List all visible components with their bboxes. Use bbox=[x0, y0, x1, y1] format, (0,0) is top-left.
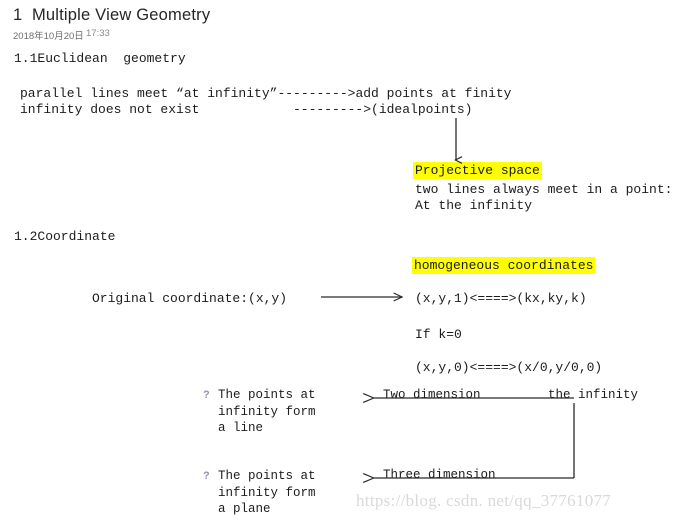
equation-if-k-zero: If k=0 bbox=[415, 327, 462, 342]
euclidean-line-2: infinity does not exist bbox=[20, 102, 200, 117]
homogeneous-coordinates-highlight: homogeneous coordinates bbox=[412, 257, 596, 274]
document-date: 2018年10月20日 bbox=[13, 31, 84, 42]
projective-space-highlight: Projective space bbox=[413, 162, 542, 179]
arrow-label-three-dimension: Three dimension bbox=[383, 468, 496, 482]
homogeneous-coordinates-title: homogeneous coordinates bbox=[412, 257, 596, 274]
projective-space-line-2: At the infinity bbox=[415, 198, 533, 213]
list-item-marker: ? bbox=[203, 470, 210, 482]
section-heading-euclidean: 1.1Euclidean geometry bbox=[14, 51, 186, 66]
euclidean-line-2-right: --------->(idealpoints) bbox=[293, 102, 473, 117]
arrow-label-two-dimension: Two dimension bbox=[383, 388, 481, 402]
projective-space-title: Projective space bbox=[413, 162, 542, 179]
list-item: The points at infinity form a plane bbox=[218, 469, 316, 516]
euclidean-line-1: parallel lines meet “at infinity”-------… bbox=[20, 86, 512, 101]
watermark: https://blog. csdn. net/qq_37761077 bbox=[356, 491, 612, 510]
equation-k-zero-case: (x,y,0)<====>(x/0,y/0,0) bbox=[415, 360, 603, 375]
document-time: 17:33 bbox=[86, 28, 110, 39]
projective-space-line-1: two lines always meet in a point: bbox=[415, 182, 673, 197]
original-coordinate-label: Original coordinate:(x,y) bbox=[92, 291, 288, 306]
label-the-infinity: the infinity bbox=[548, 388, 639, 402]
list-item: The points at infinity form a line bbox=[218, 388, 316, 435]
list-item-marker: ? bbox=[203, 389, 210, 401]
equation-homogeneous: (x,y,1)<====>(kx,ky,k) bbox=[415, 291, 587, 306]
section-heading-coordinate: 1.2Coordinate bbox=[14, 229, 116, 244]
notebook-page: 1 Multiple View Geometry 2018年10月20日 17:… bbox=[0, 0, 698, 520]
page-title: 1 Multiple View Geometry bbox=[13, 6, 211, 24]
